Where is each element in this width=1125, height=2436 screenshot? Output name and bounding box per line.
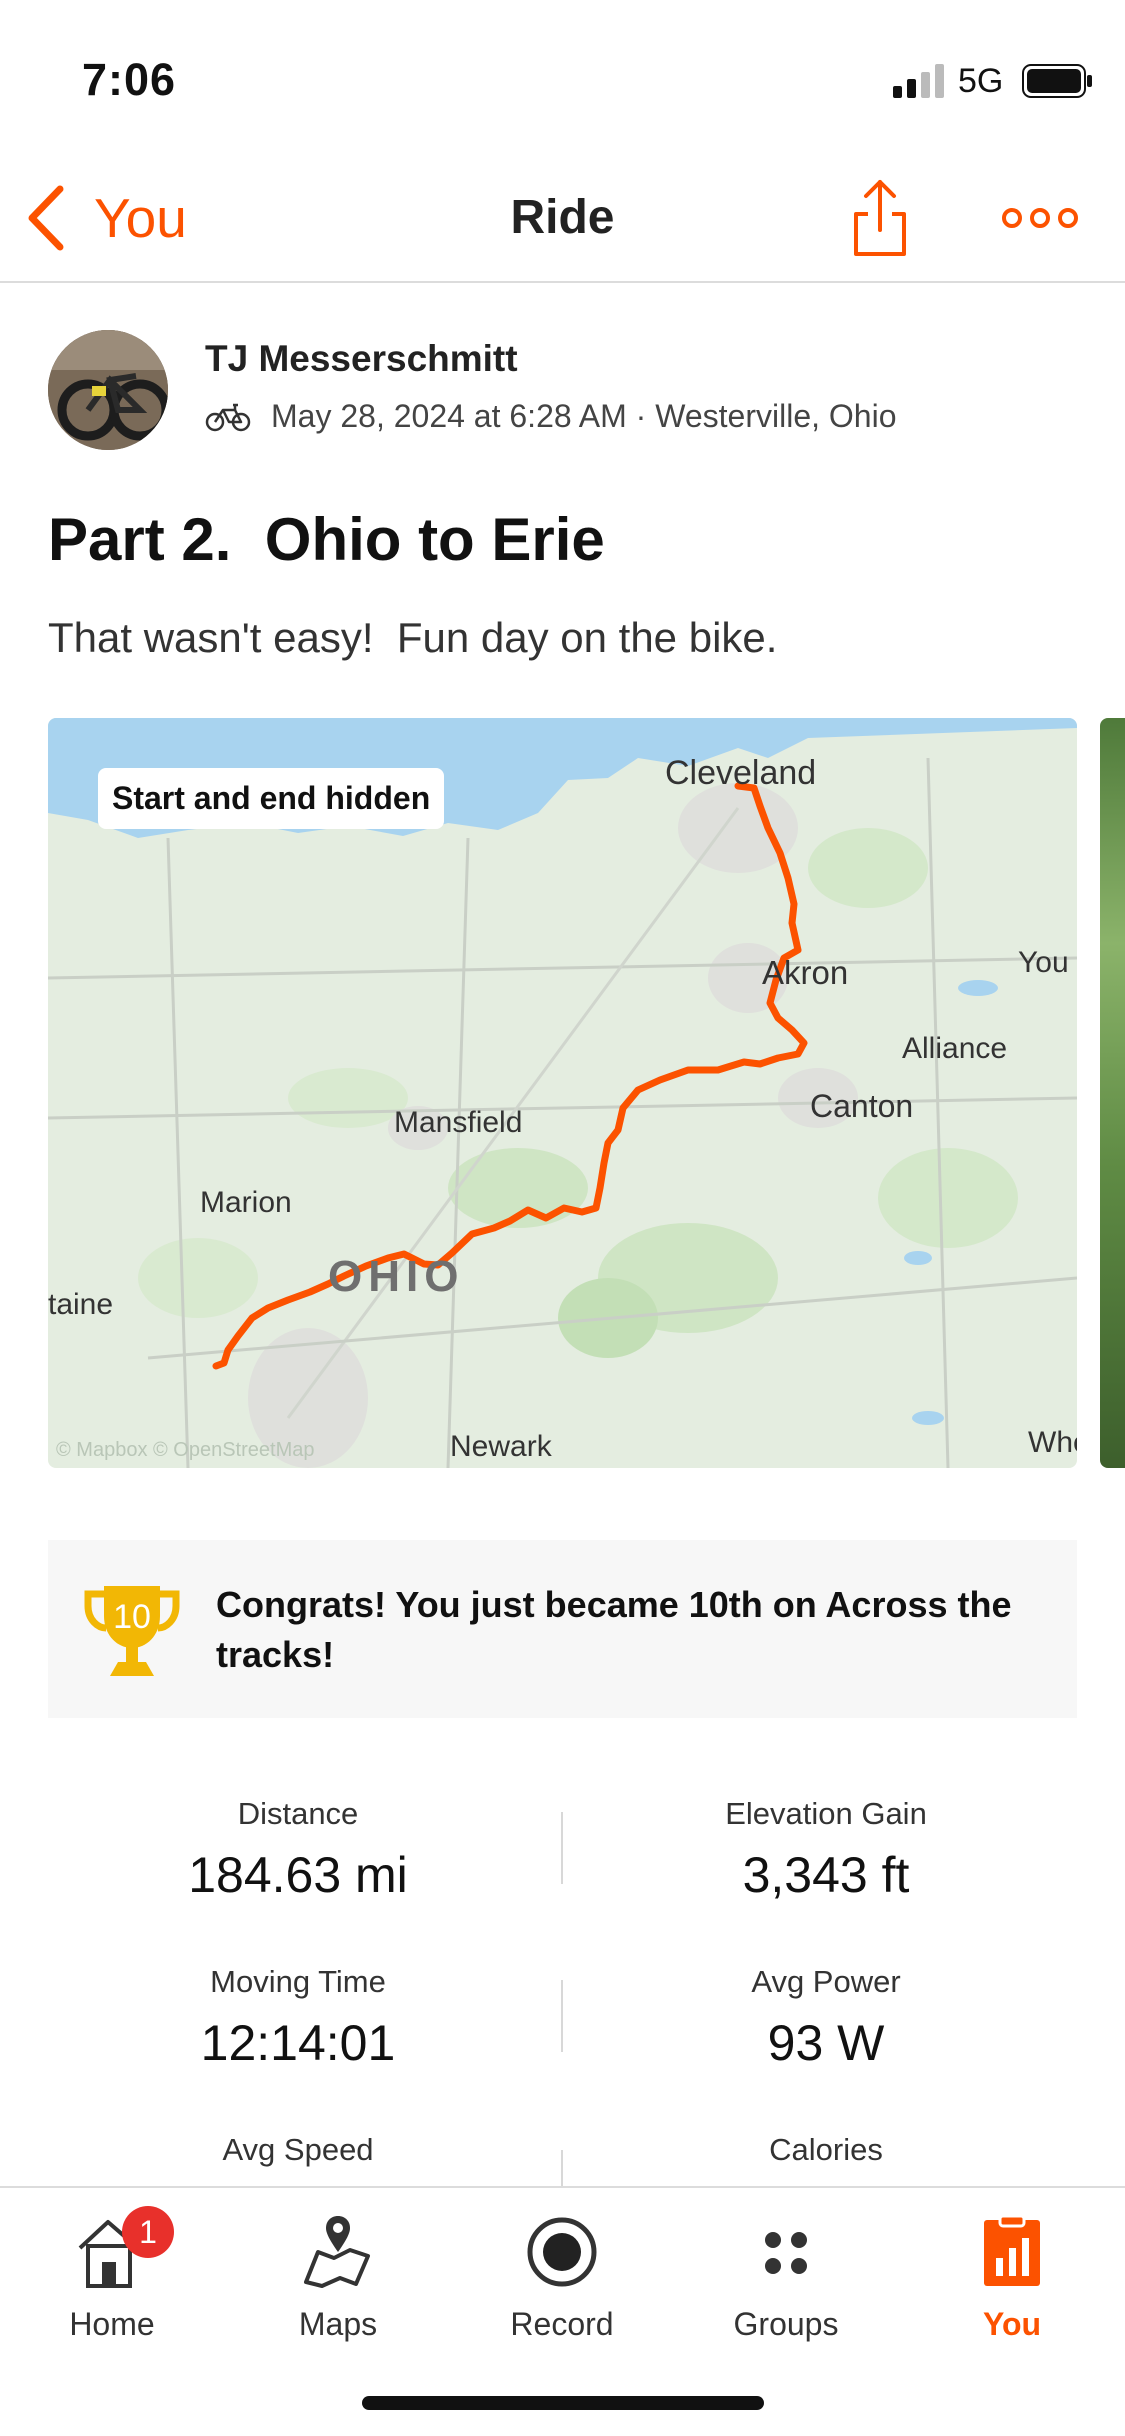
- tab-label: Groups: [733, 2306, 839, 2342]
- map-label-cleveland: Cleveland: [665, 754, 817, 792]
- tab-you[interactable]: You: [932, 2204, 1092, 2354]
- share-icon[interactable]: [850, 178, 910, 258]
- athlete-avatar[interactable]: [48, 330, 168, 450]
- maps-icon: [304, 2216, 370, 2288]
- stat-label: Calories: [769, 2132, 883, 2167]
- activity-photo-thumbnail[interactable]: [1100, 718, 1125, 1468]
- bike-icon: [205, 403, 251, 431]
- achievement-text: Congrats! You just became 10th on Across…: [216, 1584, 1012, 1675]
- stat-moving-time: Moving Time 12:14:01: [17, 1964, 579, 2072]
- tab-label: Maps: [298, 2306, 378, 2342]
- map-label-mansfield: Mansfield: [394, 1106, 523, 1139]
- stat-value: 93 W: [767, 2015, 885, 2071]
- map-background: [48, 718, 1077, 1468]
- map-attribution: © Mapbox © OpenStreetMap: [56, 1439, 315, 1461]
- map-label-wheeling: Whe: [1028, 1426, 1077, 1459]
- tab-record[interactable]: Record: [482, 2204, 642, 2354]
- stat-value: 12:14:01: [200, 2015, 396, 2071]
- activity-title: Part 2. Ohio to Erie: [48, 506, 605, 573]
- map-label-bellefontaine: taine: [48, 1288, 114, 1321]
- map-label-marion: Marion: [200, 1186, 292, 1219]
- tab-maps[interactable]: Maps: [258, 2204, 418, 2354]
- status-time: 7:06: [82, 54, 177, 105]
- achievement-banner[interactable]: 10 Congrats! You just became 10th on Acr…: [48, 1540, 1077, 1718]
- tab-label: Home: [69, 2306, 155, 2342]
- privacy-badge: Start and end hidden: [98, 768, 445, 829]
- activity-meta: May 28, 2024 at 6:28 AM · Westerville, O…: [205, 398, 896, 435]
- bike-photo-image: [48, 330, 168, 450]
- tab-home[interactable]: 1 Home: [32, 2204, 192, 2354]
- stat-value: 184.63 mi: [188, 1847, 408, 1903]
- page-title: Ride: [510, 191, 615, 244]
- network-type: 5G: [958, 62, 1004, 100]
- stat-label: Distance: [237, 1796, 359, 1831]
- athlete-name[interactable]: TJ Messerschmitt: [205, 338, 518, 380]
- map-label-alliance: Alliance: [902, 1032, 1008, 1065]
- stat-avg-power: Avg Power 93 W: [545, 1964, 1107, 2072]
- map-label-canton: Canton: [810, 1088, 914, 1124]
- status-bar: 7:06 5G: [0, 0, 1125, 150]
- groups-icon: [765, 2232, 807, 2274]
- more-options-icon[interactable]: [1000, 198, 1080, 238]
- stat-label: Elevation Gain: [725, 1796, 927, 1831]
- stat-elevation-gain: Elevation Gain 3,343 ft: [545, 1796, 1107, 1904]
- stat-value: 3,343 ft: [742, 1847, 910, 1903]
- notification-badge: 1: [122, 2206, 174, 2258]
- activity-description: That wasn't easy! Fun day on the bike.: [48, 614, 778, 661]
- activity-date-location: May 28, 2024 at 6:28 AM · Westerville, O…: [271, 398, 897, 434]
- stat-label: Avg Power: [751, 1964, 901, 1999]
- signal-strength-icon: [893, 64, 944, 98]
- stat-label: Moving Time: [210, 1964, 386, 1999]
- stat-label: Avg Speed: [222, 2132, 374, 2167]
- profile-stats-icon: [984, 2214, 1040, 2286]
- battery-icon: [1022, 64, 1092, 98]
- stat-avg-speed: Avg Speed: [17, 2132, 579, 2182]
- tab-groups[interactable]: Groups: [706, 2204, 866, 2354]
- tab-label: You: [982, 2306, 1042, 2342]
- stat-calories: Calories: [545, 2132, 1107, 2182]
- map-label-akron: Akron: [762, 954, 849, 991]
- stat-distance: Distance 184.63 mi: [17, 1796, 579, 1904]
- map-label-youngstown: You: [1018, 946, 1069, 979]
- map-label-newark: Newark: [450, 1430, 552, 1463]
- tab-label: Record: [510, 2306, 614, 2342]
- map-label-ohio: OHIO: [328, 1252, 465, 1301]
- trophy-icon: 10: [84, 1586, 180, 1676]
- record-icon: [527, 2217, 597, 2287]
- home-indicator: [362, 2396, 764, 2410]
- route-map[interactable]: Start and end hidden Cleveland Akron You…: [48, 718, 1077, 1468]
- trophy-rank: 10: [113, 1598, 151, 1636]
- nav-header: You Ride: [0, 150, 1125, 283]
